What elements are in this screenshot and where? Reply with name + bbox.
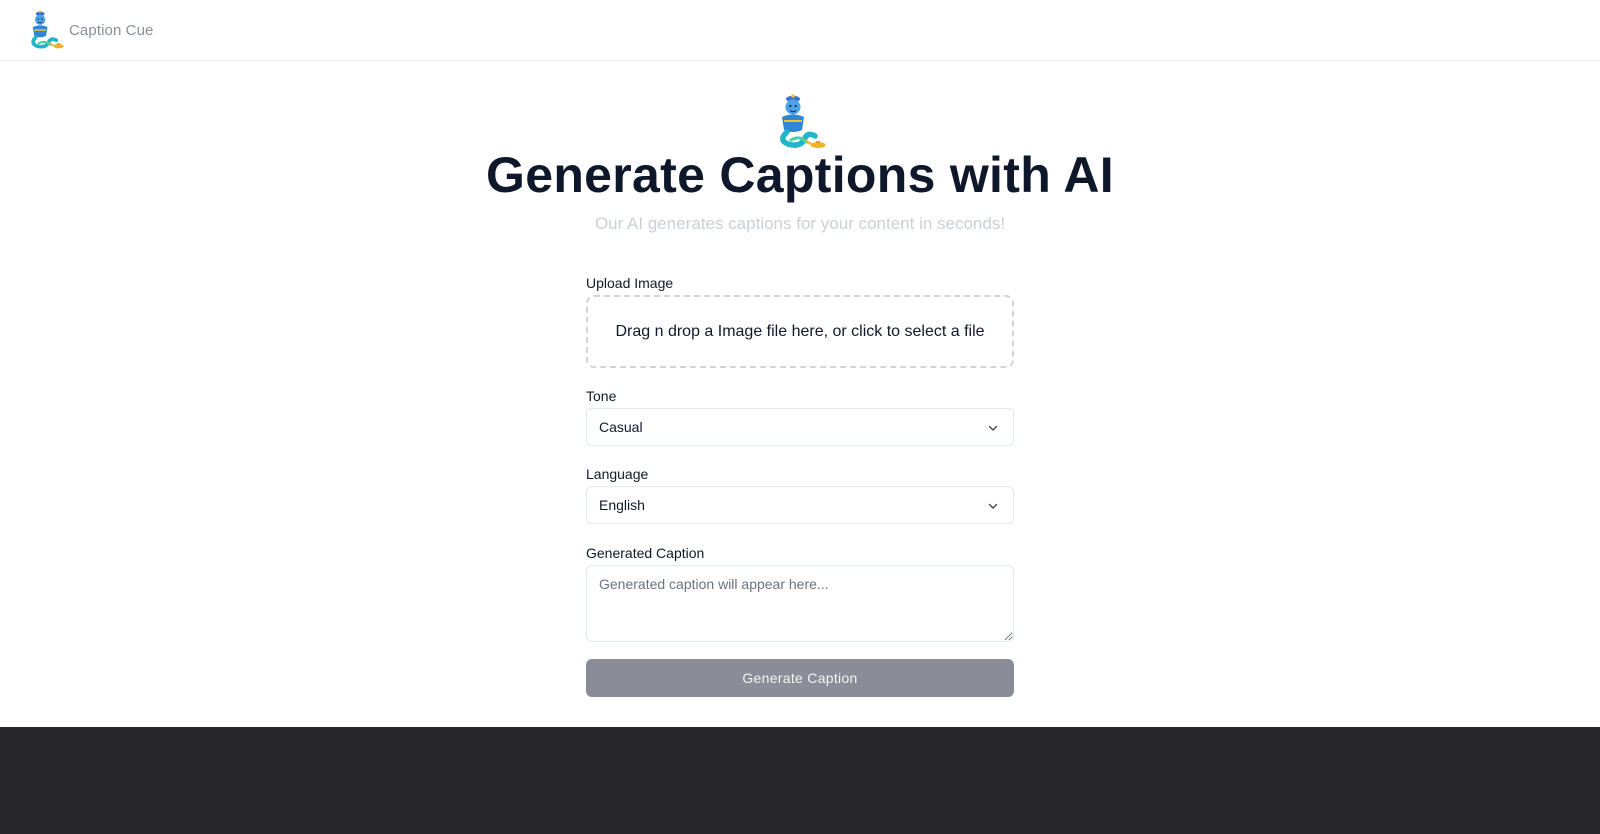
language-label: Language — [586, 466, 649, 482]
main-content: Generate Captions with AI Our AI generat… — [0, 61, 1600, 727]
tone-select[interactable]: Casual — [586, 408, 1014, 446]
chevron-down-icon — [988, 425, 998, 431]
dropzone-text: Drag n drop a Image file here, or click … — [615, 322, 985, 340]
image-dropzone[interactable]: Drag n drop a Image file here, or click … — [586, 295, 1014, 368]
generate-caption-button[interactable]: Generate Caption — [586, 659, 1014, 697]
genie-lamp-icon — [31, 10, 64, 49]
page-title: Generate Captions with AI — [486, 147, 1114, 203]
brand-name: Caption Cue — [69, 21, 154, 39]
generated-caption-label: Generated Caption — [586, 545, 705, 561]
page-footer — [0, 727, 1600, 834]
top-navbar: Caption Cue — [0, 0, 1600, 61]
tone-label: Tone — [586, 388, 617, 404]
language-selected-value: English — [599, 497, 645, 513]
upload-image-label: Upload Image — [586, 275, 674, 291]
brand-link[interactable]: Caption Cue — [24, 7, 154, 53]
genie-lamp-icon — [780, 94, 826, 148]
caption-form: Upload Image Drag n drop a Image file he… — [586, 275, 1014, 697]
tone-selected-value: Casual — [599, 419, 643, 435]
generated-caption-textarea[interactable] — [586, 565, 1014, 642]
page-subtitle: Our AI generates captions for your conte… — [594, 214, 1006, 233]
chevron-down-icon — [988, 503, 998, 509]
language-select[interactable]: English — [586, 486, 1014, 524]
